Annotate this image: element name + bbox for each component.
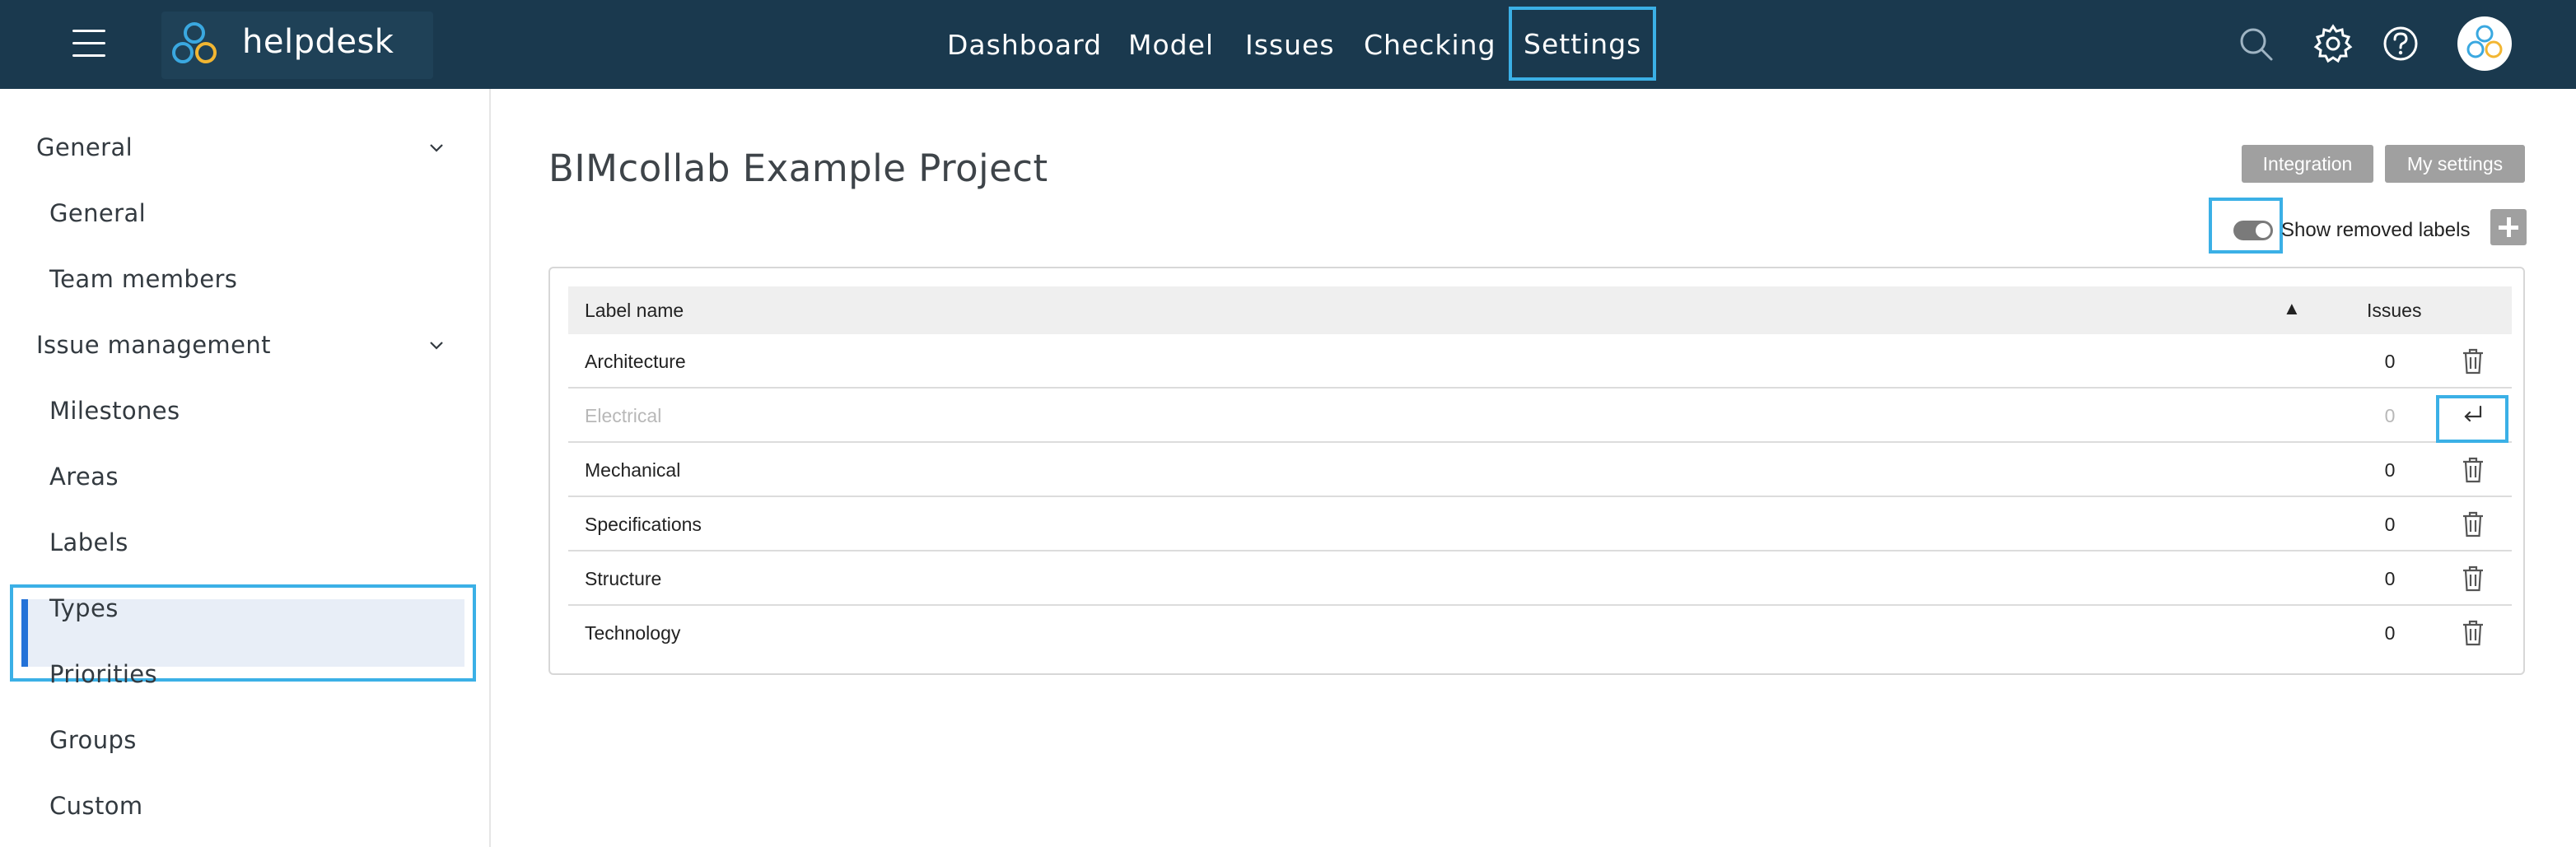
issue-count: 0 [2384, 459, 2396, 481]
label-name: Structure [585, 568, 662, 589]
gear-icon[interactable] [2312, 23, 2354, 64]
show-removed-labels-label: Show removed labels [2281, 219, 2471, 241]
restore-highlight [2436, 395, 2508, 443]
trash-icon[interactable] [2461, 347, 2485, 375]
issue-count: 0 [2384, 568, 2396, 589]
labels-table: Label name ▲ Issues Architecture 0 Elect… [548, 267, 2525, 675]
avatar[interactable] [2457, 16, 2512, 71]
sidebar-item-general[interactable]: General [49, 199, 146, 227]
table-row[interactable]: Specifications 0 [568, 497, 2512, 551]
nav-model[interactable]: Model [1128, 0, 1214, 89]
avatar-logo-icon [2466, 25, 2503, 58]
integration-button[interactable]: Integration [2242, 145, 2373, 183]
trash-icon[interactable] [2461, 565, 2485, 593]
column-header-issues[interactable]: Issues [2367, 300, 2421, 322]
issue-count: 0 [2384, 351, 2396, 372]
sidebar-group-issue-management[interactable]: Issue management [36, 331, 271, 359]
sidebar-item-team-members[interactable]: Team members [49, 265, 237, 293]
nav-checking[interactable]: Checking [1364, 0, 1496, 89]
nav-settings[interactable]: Settings [1509, 7, 1657, 81]
brand-name: helpdesk [242, 23, 394, 61]
sidebar-group-general[interactable]: General [36, 133, 133, 161]
nav-issues[interactable]: Issues [1245, 0, 1335, 89]
table-header: Label name ▲ Issues [568, 286, 2512, 334]
sidebar-item-groups[interactable]: Groups [49, 726, 137, 754]
trash-icon[interactable] [2461, 619, 2485, 647]
trash-icon[interactable] [2461, 510, 2485, 538]
settings-sidebar: General General Team members Issue manag… [0, 89, 491, 847]
column-header-label-name[interactable]: Label name [585, 300, 684, 322]
my-settings-button[interactable]: My settings [2385, 145, 2525, 183]
sidebar-item-custom[interactable]: Custom [49, 792, 143, 820]
chevron-down-icon[interactable] [428, 140, 445, 156]
issue-count: 0 [2384, 405, 2396, 426]
helpdesk-logo-icon [172, 22, 217, 63]
sidebar-item-labels[interactable]: Labels [49, 528, 128, 556]
sidebar-item-areas[interactable]: Areas [49, 463, 119, 491]
sort-ascending-icon[interactable]: ▲ [2283, 298, 2301, 319]
toggle-highlight [2209, 198, 2283, 254]
label-name: Mechanical [585, 459, 681, 481]
label-name: Architecture [585, 351, 686, 372]
table-row[interactable]: Structure 0 [568, 551, 2512, 606]
table-row[interactable]: Architecture 0 [568, 334, 2512, 389]
chevron-down-icon[interactable] [428, 337, 445, 354]
hamburger-menu-icon[interactable] [72, 30, 105, 58]
help-icon[interactable] [2382, 25, 2420, 63]
sidebar-item-types[interactable]: Types [49, 594, 119, 622]
label-name: Specifications [585, 514, 702, 535]
trash-icon[interactable] [2461, 456, 2485, 484]
top-navigation-bar: helpdesk Dashboard Model Issues Checking… [0, 0, 2576, 89]
label-name: Electrical [585, 405, 662, 426]
add-label-button[interactable] [2490, 209, 2527, 245]
page-title: BIMcollab Example Project [548, 147, 1048, 190]
search-icon[interactable] [2237, 25, 2276, 64]
sidebar-item-priorities[interactable]: Priorities [49, 660, 157, 688]
label-name: Technology [585, 622, 681, 644]
issue-count: 0 [2384, 514, 2396, 535]
sidebar-item-milestones[interactable]: Milestones [49, 397, 180, 425]
table-row[interactable]: Electrical 0 [568, 389, 2512, 443]
nav-dashboard[interactable]: Dashboard [947, 0, 1102, 89]
table-row[interactable]: Technology 0 [568, 606, 2512, 660]
table-row[interactable]: Mechanical 0 [568, 443, 2512, 497]
issue-count: 0 [2384, 622, 2396, 644]
